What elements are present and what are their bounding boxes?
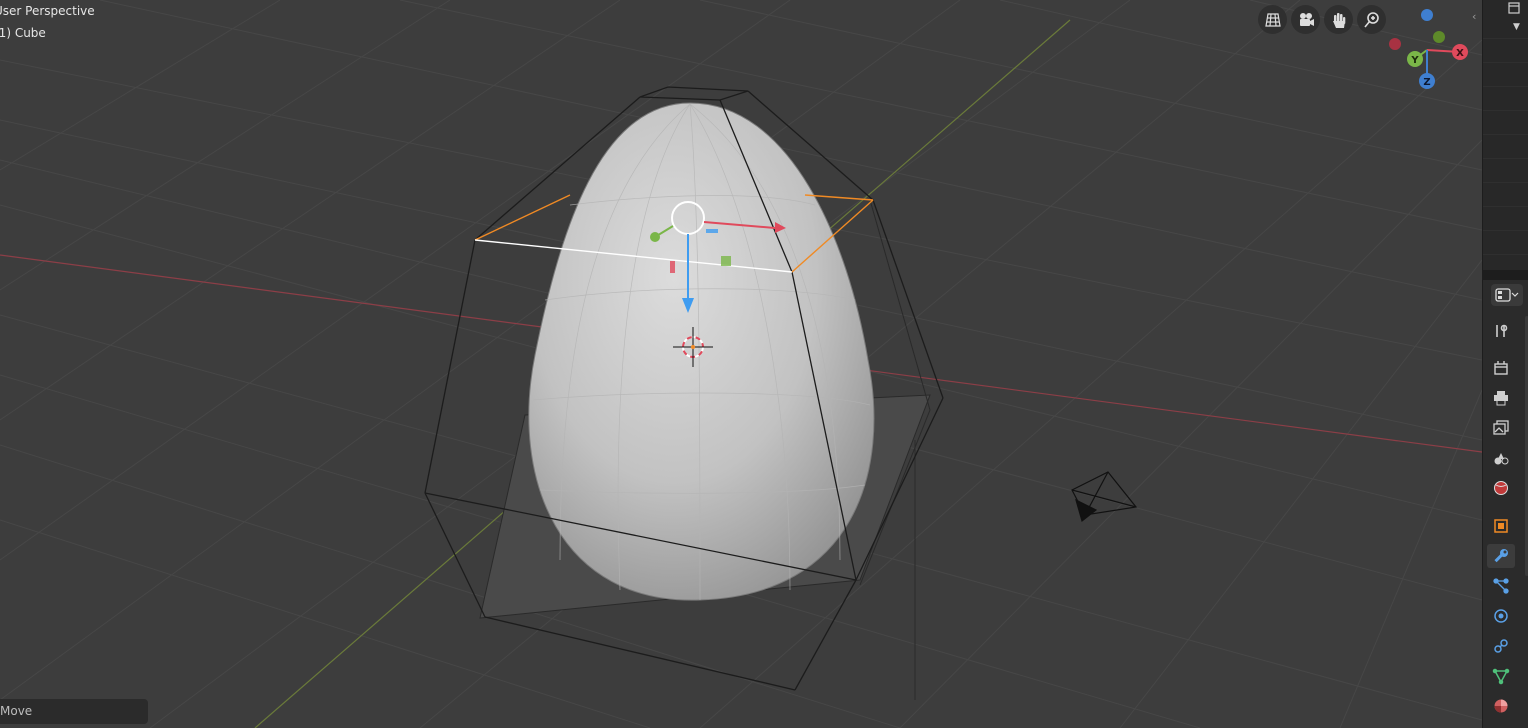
- gizmo-neg-z[interactable]: [1421, 9, 1433, 21]
- area-divider[interactable]: [1482, 270, 1528, 280]
- gizmo-neg-y[interactable]: [1433, 31, 1445, 43]
- camera-view-button[interactable]: [1291, 5, 1320, 34]
- tool-icon: [1496, 324, 1508, 337]
- filter-icon[interactable]: [1507, 0, 1521, 19]
- particles-icon: [1493, 578, 1509, 594]
- tab-world[interactable]: [1487, 476, 1515, 500]
- operator-label: Move: [0, 704, 33, 718]
- last-operator-panel[interactable]: Move: [0, 699, 148, 724]
- object-info-label: (1) Cube: [0, 26, 46, 40]
- camera-icon: [1299, 12, 1314, 26]
- tab-physics[interactable]: [1487, 604, 1515, 628]
- material-icon: [1494, 699, 1508, 713]
- object-icon: [1494, 519, 1508, 533]
- image-stack-icon: [1493, 420, 1509, 435]
- camera-object: [1071, 471, 1138, 523]
- world-icon: [1494, 481, 1508, 495]
- navigation-buttons: [1258, 5, 1386, 34]
- axis-gizmo[interactable]: X Y Z: [1380, 4, 1470, 94]
- hand-icon: [1332, 12, 1345, 28]
- collapse-sidebar-icon[interactable]: ‹: [1472, 10, 1476, 23]
- editor-type-button[interactable]: [1491, 284, 1523, 306]
- pan-view-button[interactable]: [1324, 5, 1353, 34]
- svg-text:Z: Z: [1423, 77, 1430, 88]
- tab-object[interactable]: [1487, 514, 1515, 538]
- 3d-viewport[interactable]: User Perspective (1) Cube X Y Z ‹ Move: [0, 0, 1482, 728]
- mesh-data-icon: [1492, 668, 1510, 685]
- properties-panel[interactable]: [1482, 280, 1528, 728]
- tab-particles[interactable]: [1487, 574, 1515, 598]
- viewport-scene: [0, 0, 1482, 728]
- tab-render[interactable]: [1487, 356, 1515, 380]
- view-name-label: User Perspective: [0, 4, 95, 18]
- tab-view-layer[interactable]: [1487, 416, 1515, 440]
- tab-constraints[interactable]: [1487, 634, 1515, 658]
- render-icon: [1494, 361, 1508, 375]
- tab-modifiers[interactable]: [1487, 544, 1515, 568]
- constraint-icon: [1494, 639, 1508, 653]
- tab-output[interactable]: [1487, 386, 1515, 410]
- tab-tool[interactable]: [1487, 319, 1515, 343]
- scene-icon: [1494, 453, 1509, 465]
- outliner-panel[interactable]: ▼: [1482, 0, 1528, 270]
- wrench-icon: [1494, 549, 1508, 563]
- grid-icon: [1264, 12, 1281, 27]
- svg-text:X: X: [1456, 48, 1464, 59]
- gizmo-neg-x[interactable]: [1389, 38, 1401, 50]
- tab-material[interactable]: [1487, 694, 1515, 718]
- zoom-icon: [1363, 11, 1379, 28]
- editor-type-icon: [1495, 288, 1519, 302]
- svg-text:Y: Y: [1410, 55, 1419, 66]
- toggle-grid-view-button[interactable]: [1258, 5, 1287, 34]
- filter-dropdown-icon[interactable]: ▼: [1513, 22, 1520, 32]
- tab-scene[interactable]: [1487, 446, 1515, 470]
- printer-icon: [1494, 391, 1508, 406]
- physics-icon: [1494, 609, 1508, 623]
- tab-data[interactable]: [1487, 664, 1515, 688]
